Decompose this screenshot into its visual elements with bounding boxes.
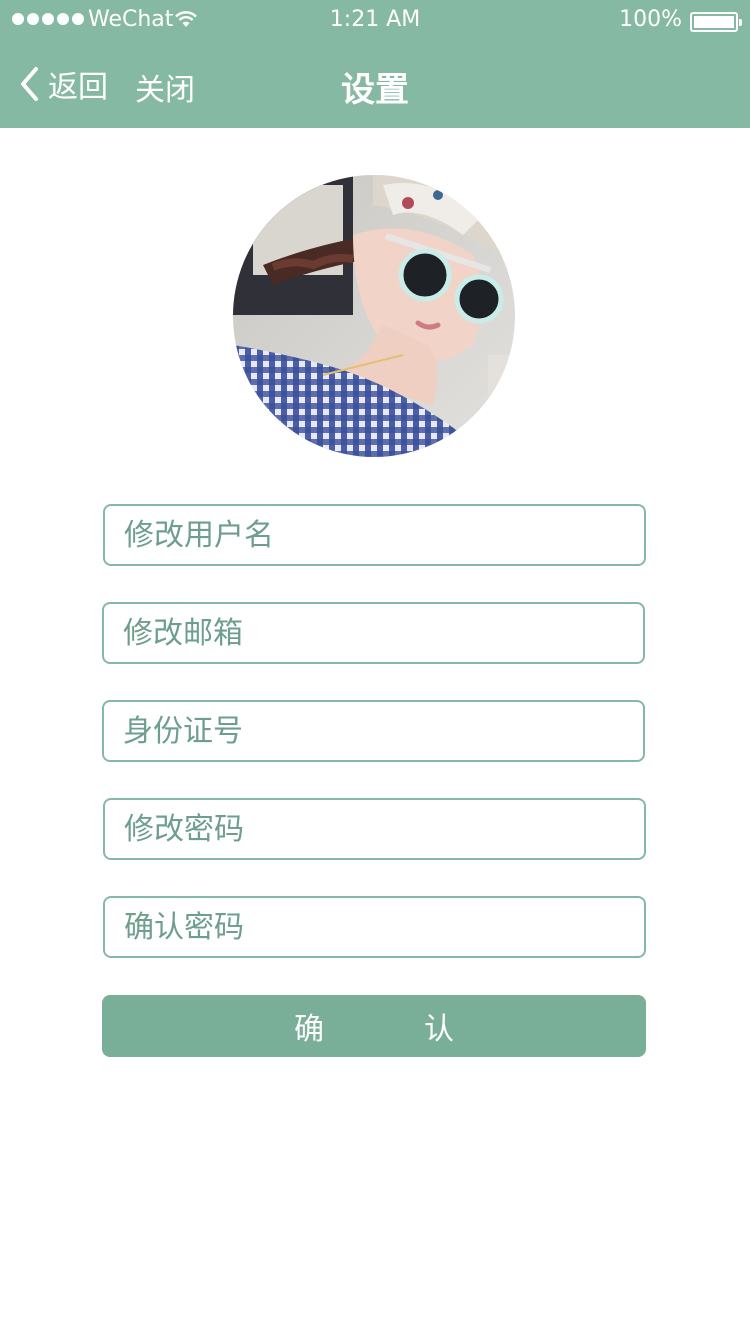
status-bar: WeChat 1:21 AM 100% (0, 0, 750, 40)
confirm-button[interactable]: 确认 (102, 995, 646, 1057)
confirm-password-input[interactable] (103, 896, 646, 958)
navigation-bar: 返回 关闭 设置 (0, 40, 750, 128)
top-bar: WeChat 1:21 AM 100% 返回 关闭 设置 (0, 0, 750, 128)
password-input[interactable] (103, 798, 646, 860)
battery-icon (690, 12, 742, 32)
username-input[interactable] (103, 504, 646, 566)
page-title: 设置 (341, 70, 409, 110)
avatar[interactable] (233, 175, 515, 457)
id-number-input[interactable] (102, 700, 645, 762)
email-input[interactable] (102, 602, 645, 664)
battery-percent: 100% (619, 7, 682, 32)
avatar-photo (233, 175, 515, 457)
